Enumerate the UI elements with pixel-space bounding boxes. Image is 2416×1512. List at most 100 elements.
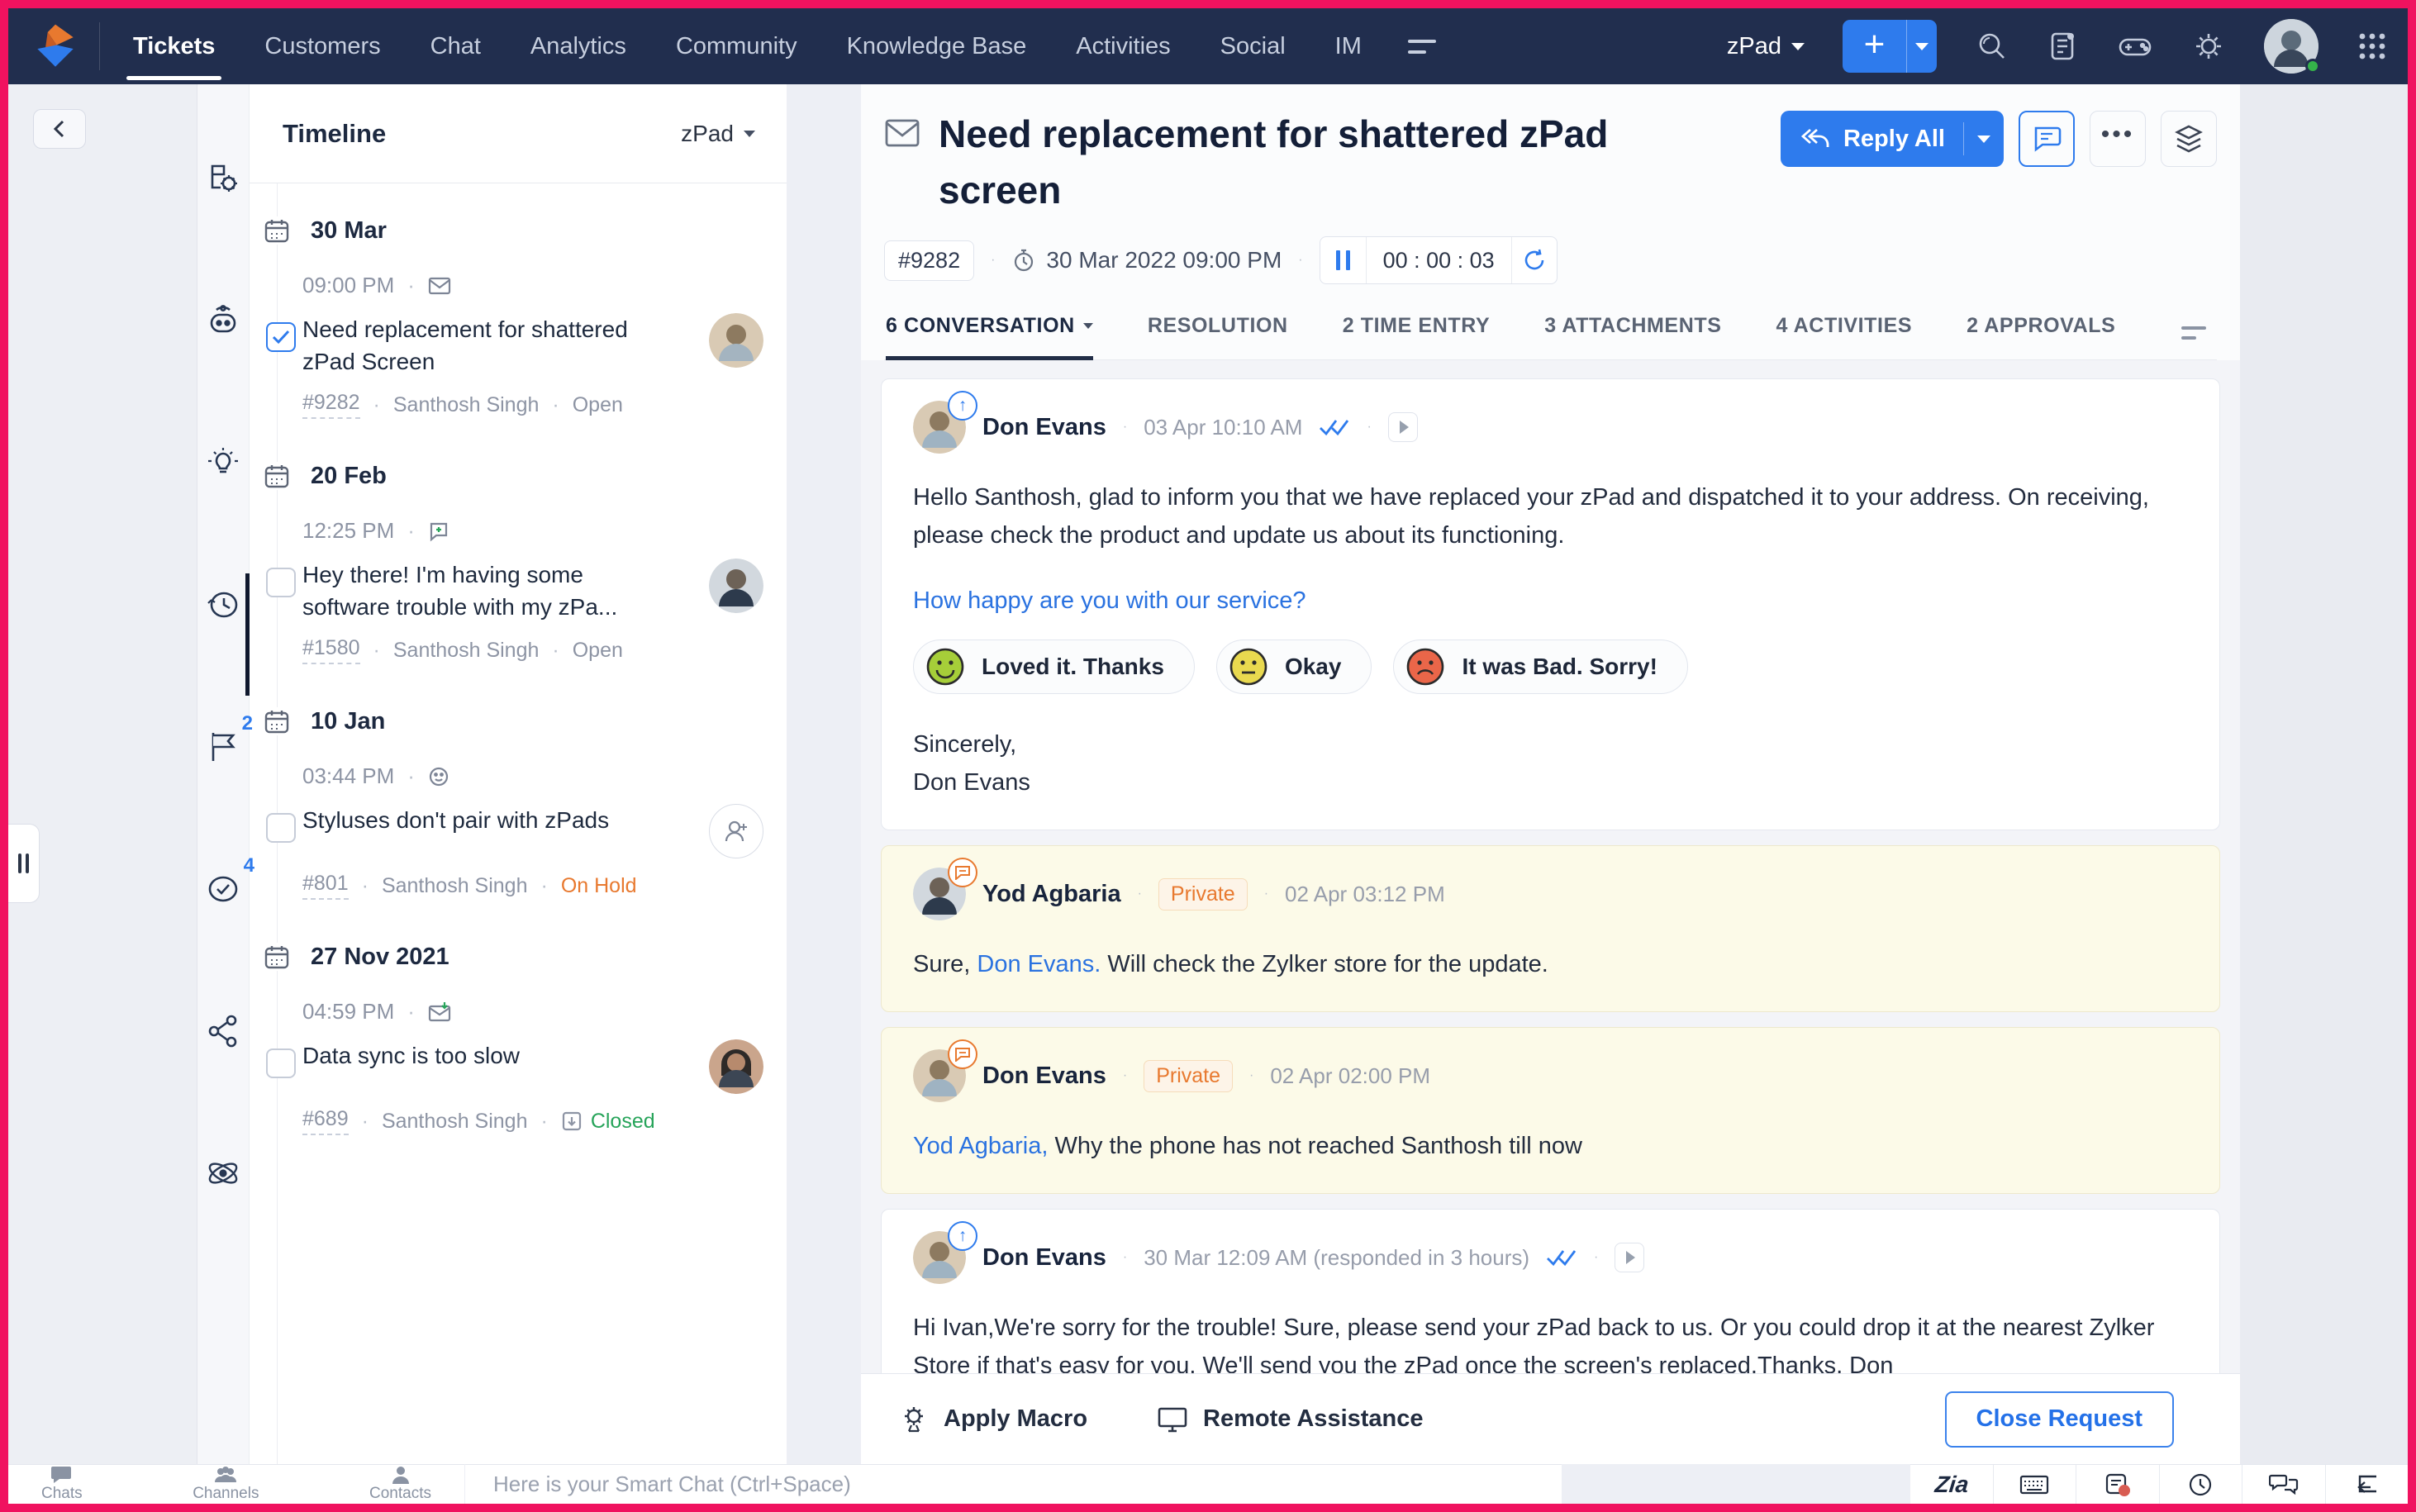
survey-question-link[interactable]: How happy are you with our service? [913, 587, 2188, 615]
department-selector[interactable]: zPad [1727, 33, 1805, 60]
survey-option-okay[interactable]: Okay [1216, 640, 1372, 694]
channels-button[interactable]: Channels [193, 1465, 259, 1504]
mention-link[interactable]: Don Evans. [977, 951, 1101, 977]
search-icon[interactable] [1975, 30, 2008, 63]
private-note-icon [948, 1039, 977, 1069]
approvals-icon[interactable]: 4 [205, 871, 241, 907]
archive-icon [561, 1110, 583, 1132]
tab-attachments[interactable]: 3 ATTACHMENTS [1544, 314, 1721, 359]
close-request-button[interactable]: Close Request [1945, 1391, 2174, 1448]
ticket-id-link[interactable]: #689 [302, 1107, 349, 1135]
survey-option-bad[interactable]: It was Bad. Sorry! [1393, 640, 1688, 694]
nav-tab-tickets[interactable]: Tickets [133, 8, 215, 84]
entry-title[interactable]: Styluses don't pair with zPads [302, 804, 609, 836]
tab-time-entry[interactable]: 2 TIME ENTRY [1343, 314, 1491, 359]
timeline-date: 27 Nov 2021 [250, 943, 787, 971]
conversations-button[interactable] [2242, 1465, 2325, 1504]
insights-bulb-icon[interactable] [205, 445, 241, 481]
nav-tab-im[interactable]: IM [1335, 8, 1362, 84]
nav-tab-community[interactable]: Community [676, 8, 797, 84]
tabs-overflow-icon[interactable] [2181, 326, 2206, 359]
comment-button[interactable] [2019, 111, 2075, 167]
message-author[interactable]: Don Evans [982, 414, 1106, 441]
notes-notification-button[interactable] [2076, 1465, 2159, 1504]
apps-grid-icon[interactable] [2357, 31, 2388, 62]
smart-chat-input[interactable]: Here is your Smart Chat (Ctrl+Space) [465, 1464, 1562, 1504]
ticket-id-link[interactable]: #801 [302, 872, 349, 900]
nav-tab-analytics[interactable]: Analytics [530, 8, 626, 84]
remote-assistance-button[interactable]: Remote Assistance [1157, 1405, 1423, 1434]
gamescope-icon[interactable] [2117, 30, 2153, 63]
collapse-back-button[interactable] [33, 109, 86, 149]
ticket-id-link[interactable]: #1580 [302, 636, 360, 664]
nav-tab-customers[interactable]: Customers [264, 8, 380, 84]
smart-chat-bar: Chats Channels Contacts Here is your Sma… [8, 1464, 2408, 1504]
survey-option-happy[interactable]: Loved it. Thanks [913, 640, 1195, 694]
message-author[interactable]: Yod Agbaria [982, 881, 1121, 908]
ticket-id-link[interactable]: #9282 [302, 391, 360, 419]
chats-button[interactable]: Chats [41, 1465, 83, 1504]
feeds-icon[interactable] [2046, 30, 2079, 63]
tab-conversation[interactable]: 6 CONVERSATION [886, 314, 1093, 359]
private-comment-card: Don Evans Private 02 Apr 02:00 PM Yod Ag… [881, 1027, 2220, 1194]
stack-view-button[interactable] [2161, 111, 2217, 167]
entry-title[interactable]: Hey there! I'm having some software trou… [302, 559, 633, 623]
nav-tab-chat[interactable]: Chat [430, 8, 481, 84]
calendar-icon [263, 943, 291, 971]
ticket-properties-icon[interactable] [206, 160, 240, 197]
entry-checkbox[interactable] [266, 813, 296, 843]
share-icon[interactable] [207, 1013, 240, 1049]
nav-more-icon[interactable] [1408, 40, 1436, 54]
entry-meta: #801 Santhosh Singh On Hold [302, 872, 763, 900]
contacts-button[interactable]: Contacts [369, 1465, 431, 1504]
reply-all-main[interactable]: Reply All [1781, 122, 1964, 155]
timer-refresh-button[interactable] [1512, 237, 1557, 283]
timeline-entry[interactable]: 03:44 PM Styluses don't pair with zPads [250, 763, 787, 900]
keyboard-shortcuts-button[interactable] [1993, 1465, 2076, 1504]
timer-pause-button[interactable] [1320, 237, 1367, 283]
reply-dropdown-caret[interactable] [1964, 136, 2004, 143]
stopwatch-icon [1011, 248, 1036, 273]
history-icon[interactable] [204, 587, 242, 623]
integrations-atom-icon[interactable] [205, 1155, 241, 1191]
message-card: ↑ Don Evans 03 Apr 10:10 AM He [881, 378, 2220, 830]
plus-icon[interactable]: + [1843, 20, 1907, 73]
reply-return-button[interactable] [2325, 1465, 2409, 1504]
ticket-id-chip[interactable]: #9282 [884, 240, 974, 281]
entry-checkbox-checked[interactable] [266, 322, 296, 352]
private-badge: Private [1158, 878, 1248, 911]
nav-tab-social[interactable]: Social [1220, 8, 1286, 84]
tab-resolution[interactable]: RESOLUTION [1148, 314, 1288, 359]
tab-approvals[interactable]: 2 APPROVALS [1967, 314, 2115, 359]
add-button[interactable]: + [1843, 20, 1937, 73]
apply-macro-button[interactable]: Apply Macro [899, 1405, 1087, 1434]
recent-activity-button[interactable] [2159, 1465, 2242, 1504]
entry-title[interactable]: Data sync is too slow [302, 1039, 520, 1072]
message-author[interactable]: Don Evans [982, 1244, 1106, 1272]
bot-icon[interactable] [205, 302, 241, 339]
add-dropdown-caret[interactable] [1907, 20, 1937, 73]
timeline-entry[interactable]: 12:25 PM Hey there! I'm having some soft… [250, 518, 787, 664]
expand-message-button[interactable] [1388, 412, 1418, 442]
reply-all-button[interactable]: Reply All [1781, 111, 2004, 167]
entry-title[interactable]: Need replacement for shattered zPad Scre… [302, 313, 633, 378]
user-avatar[interactable] [2264, 19, 2319, 74]
message-author[interactable]: Don Evans [982, 1063, 1106, 1090]
flags-icon[interactable]: 2 [207, 729, 240, 765]
more-actions-button[interactable]: ••• [2090, 111, 2146, 167]
tab-activities[interactable]: 4 ACTIVITIES [1776, 314, 1913, 359]
settings-gear-icon[interactable] [2191, 29, 2226, 64]
expand-message-button[interactable] [1615, 1243, 1644, 1272]
timeline-entry[interactable]: 09:00 PM Need replace [250, 273, 787, 419]
timeline-filter[interactable]: zPad [681, 121, 755, 147]
mention-link[interactable]: Yod Agbaria, [913, 1133, 1048, 1159]
panel-drag-handle[interactable] [8, 824, 40, 903]
timeline-entry[interactable]: 04:59 PM Data sync is too slow [250, 999, 787, 1135]
entry-checkbox[interactable] [266, 1048, 296, 1078]
timeline-panel: Timeline zPad [250, 84, 787, 1464]
nav-tab-knowledge-base[interactable]: Knowledge Base [847, 8, 1027, 84]
timeline-group: 27 Nov 2021 04:59 PM [250, 943, 787, 1135]
entry-checkbox[interactable] [266, 568, 296, 597]
nav-tab-activities[interactable]: Activities [1076, 8, 1170, 84]
zia-button[interactable]: Zia [1910, 1465, 1993, 1504]
